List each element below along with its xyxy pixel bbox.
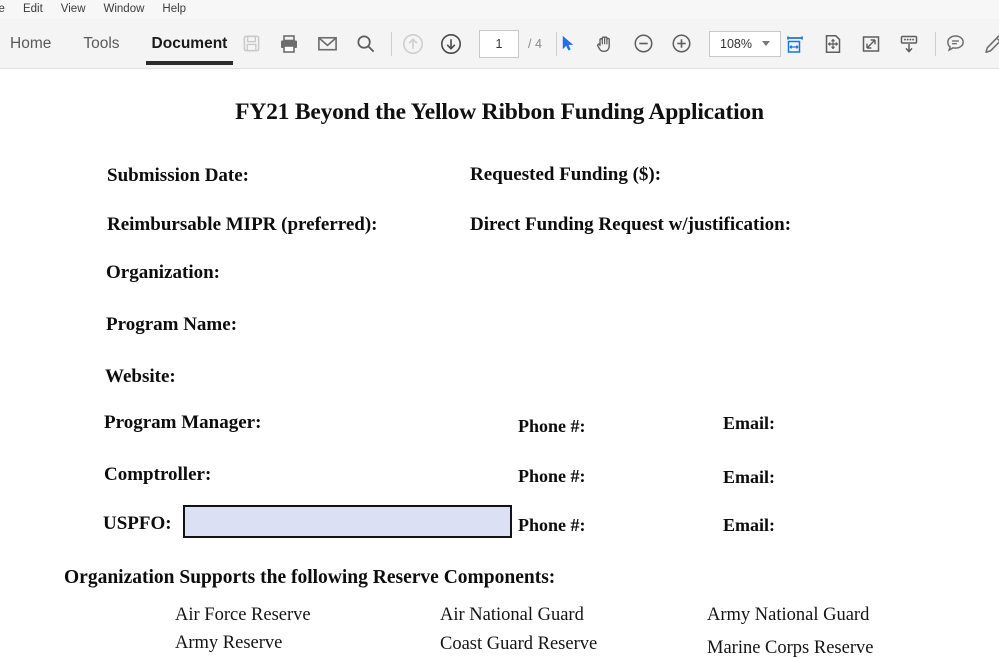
component-air-national-guard: Air National Guard bbox=[440, 605, 584, 625]
field-label-direct-funding: Direct Funding Request w/justification: bbox=[470, 214, 792, 235]
field-label-program-manager: Program Manager: bbox=[104, 412, 262, 433]
field-label-program-manager-phone: Phone #: bbox=[518, 416, 586, 436]
highlighter-icon bbox=[985, 34, 999, 53]
tab-document[interactable]: Document bbox=[136, 19, 244, 68]
document-title: FY21 Beyond the Yellow Ribbon Funding Ap… bbox=[235, 99, 764, 125]
field-label-uspfo-email: Email: bbox=[723, 515, 775, 535]
field-label-comptroller: Comptroller: bbox=[104, 464, 212, 485]
toolbar-separator-1 bbox=[391, 31, 392, 56]
fullscreen-icon bbox=[862, 35, 880, 52]
menu-edit[interactable]: Edit bbox=[14, 0, 52, 19]
zoom-level-value: 108% bbox=[720, 36, 752, 51]
field-label-website: Website: bbox=[105, 366, 176, 387]
tab-home[interactable]: Home bbox=[0, 19, 67, 68]
page-count-label: / 4 bbox=[528, 36, 542, 51]
zoom-in-button[interactable] bbox=[664, 27, 698, 61]
field-label-program-manager-email: Email: bbox=[723, 413, 775, 433]
menu-window[interactable]: Window bbox=[95, 0, 154, 19]
email-icon bbox=[317, 36, 337, 51]
field-label-reimbursable-mipr: Reimbursable MIPR (preferred): bbox=[107, 214, 378, 235]
menu-view[interactable]: View bbox=[52, 0, 95, 19]
field-label-submission-date: Submission Date: bbox=[107, 165, 249, 186]
hand-tool-button[interactable] bbox=[588, 27, 622, 61]
next-page-icon bbox=[441, 33, 461, 54]
page-number-input[interactable]: 1 bbox=[479, 29, 519, 58]
field-label-comptroller-email: Email: bbox=[723, 467, 775, 487]
layout-tools-group bbox=[776, 19, 943, 68]
email-button[interactable] bbox=[310, 27, 344, 61]
component-air-force-reserve: Air Force Reserve bbox=[175, 605, 311, 625]
field-label-organization: Organization: bbox=[106, 262, 220, 283]
scroll-down-icon bbox=[900, 35, 918, 53]
file-actions-group bbox=[232, 19, 399, 68]
component-marine-corps-reserve: Marine Corps Reserve bbox=[707, 638, 874, 658]
menu-help[interactable]: Help bbox=[153, 0, 195, 19]
print-button[interactable] bbox=[272, 27, 306, 61]
select-cursor-icon bbox=[562, 35, 573, 51]
toolbar: Home Tools Document 1 / 4 108% bbox=[0, 19, 999, 69]
component-coast-guard-reserve: Coast Guard Reserve bbox=[440, 634, 598, 654]
zoom-in-icon bbox=[671, 34, 691, 53]
highlighter-button[interactable] bbox=[976, 27, 999, 61]
fit-page-button[interactable] bbox=[816, 27, 850, 61]
field-label-uspfo-phone: Phone #: bbox=[518, 515, 586, 535]
field-label-uspfo: USPFO: bbox=[103, 513, 172, 534]
scroll-mode-button[interactable] bbox=[892, 27, 926, 61]
component-army-national-guard: Army National Guard bbox=[707, 605, 870, 625]
comment-icon bbox=[946, 35, 964, 52]
search-button[interactable] bbox=[348, 27, 382, 61]
page-number-value: 1 bbox=[495, 36, 503, 51]
hand-tool-icon bbox=[597, 35, 610, 52]
next-page-button[interactable] bbox=[434, 27, 468, 61]
field-label-requested-funding: Requested Funding ($): bbox=[470, 164, 662, 185]
previous-page-button[interactable] bbox=[396, 27, 430, 61]
fit-width-icon bbox=[787, 36, 803, 53]
save-icon bbox=[243, 35, 259, 52]
menu-bar: le Edit View Window Help bbox=[0, 0, 999, 19]
previous-page-icon bbox=[403, 33, 423, 54]
fit-page-icon bbox=[825, 34, 841, 53]
select-tool-button[interactable] bbox=[550, 27, 584, 61]
field-label-comptroller-phone: Phone #: bbox=[518, 466, 586, 486]
annotation-tools-group bbox=[936, 19, 999, 68]
document-page[interactable]: FY21 Beyond the Yellow Ribbon Funding Ap… bbox=[0, 69, 999, 659]
toolbar-tabs: Home Tools Document bbox=[0, 19, 243, 68]
component-army-reserve: Army Reserve bbox=[175, 633, 283, 653]
zoom-out-icon bbox=[633, 34, 653, 53]
pdf-reader-window: le Edit View Window Help Home Tools Docu… bbox=[0, 0, 999, 659]
reserve-components-heading: Organization Supports the following Rese… bbox=[64, 567, 556, 588]
zoom-level-select[interactable]: 108% bbox=[709, 30, 781, 57]
comment-button[interactable] bbox=[938, 27, 972, 61]
fit-width-button[interactable] bbox=[778, 27, 812, 61]
print-icon bbox=[281, 34, 297, 53]
tab-tools[interactable]: Tools bbox=[67, 19, 135, 68]
fullscreen-button[interactable] bbox=[854, 27, 888, 61]
save-button[interactable] bbox=[234, 27, 268, 61]
search-icon bbox=[356, 35, 374, 53]
menu-file[interactable]: le bbox=[0, 0, 14, 19]
field-label-program-name: Program Name: bbox=[106, 314, 238, 335]
uspfo-input[interactable] bbox=[183, 505, 512, 538]
chevron-down-icon bbox=[762, 41, 770, 46]
view-tools-group: 108% bbox=[548, 19, 781, 68]
page-navigation-group: 1 / 4 bbox=[394, 19, 564, 68]
zoom-out-button[interactable] bbox=[626, 27, 660, 61]
